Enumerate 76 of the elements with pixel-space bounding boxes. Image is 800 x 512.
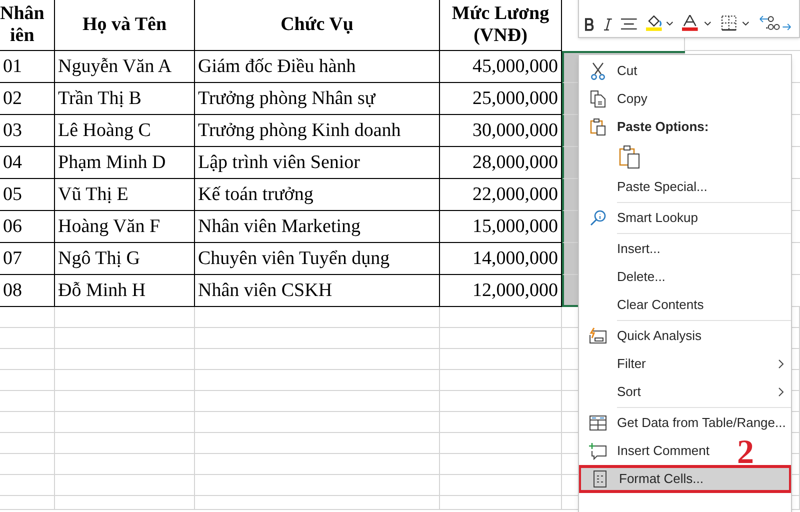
- table-cell: Nguyễn Văn A: [58, 56, 172, 78]
- empty-cell: [0, 496, 55, 510]
- table-cell: 30,000,000: [472, 120, 558, 142]
- table-cell: Trưởng phòng Nhân sự: [198, 88, 376, 110]
- format-cells-icon: [593, 470, 607, 488]
- table-cell: Ngô Thị G: [58, 248, 140, 270]
- table-cell: 28,000,000: [472, 152, 558, 174]
- column-header: Chức Vụ: [280, 14, 354, 36]
- table-cell: 05: [3, 184, 22, 206]
- empty-cell: [0, 370, 55, 391]
- clipboard-icon: [590, 118, 606, 136]
- align-center-icon[interactable]: [620, 18, 637, 31]
- table-cell: Nhân viên CSKH: [198, 280, 332, 302]
- table-cell: Chuyên viên Tuyển dụng: [198, 248, 390, 270]
- menu-item[interactable]: Cut: [579, 57, 638, 85]
- empty-cell: [0, 475, 55, 496]
- table-cell: Lê Hoàng C: [58, 120, 151, 142]
- menu-item[interactable]: Insert...: [579, 235, 660, 263]
- table-cell: 15,000,000: [472, 216, 558, 238]
- menu-item[interactable]: Paste Special...: [579, 173, 708, 201]
- menu-item[interactable]: Format Cells...: [579, 465, 791, 493]
- column-header: Mức Lương (VNĐ): [452, 3, 550, 47]
- empty-cell: [0, 349, 55, 370]
- italic-icon[interactable]: [604, 18, 612, 31]
- empty-cell: [0, 328, 55, 349]
- table-cell: Vũ Thị E: [58, 184, 128, 206]
- menu-item[interactable]: Filter: [579, 350, 646, 378]
- table-icon: [589, 415, 607, 431]
- table-cell: 01: [3, 56, 22, 78]
- table-cell: Kế toán trưởng: [198, 184, 314, 206]
- search-icon: [590, 210, 606, 226]
- menu-item[interactable]: Smart Lookup: [579, 204, 698, 232]
- menu-item[interactable]: Sort: [579, 378, 641, 406]
- quick-analysis-icon: [589, 327, 607, 345]
- table-cell: 25,000,000: [472, 88, 558, 110]
- column-header: Họ và Tên: [82, 14, 167, 36]
- empty-cell: [0, 391, 55, 412]
- empty-cell: [0, 412, 55, 433]
- menu-item[interactable]: Copy: [579, 85, 648, 113]
- menu-item[interactable]: Quick Analysis: [579, 322, 702, 350]
- fill-color-icon[interactable]: [646, 15, 674, 31]
- font-color-icon[interactable]: [682, 15, 712, 31]
- empty-cell: [0, 433, 55, 454]
- empty-cell: [0, 454, 55, 475]
- table-cell: 12,000,000: [472, 280, 558, 302]
- borders-icon[interactable]: [720, 15, 750, 31]
- table-cell: 04: [3, 152, 22, 174]
- bold-icon[interactable]: [585, 18, 595, 31]
- table-cell: 45,000,000: [472, 56, 558, 78]
- menu-item[interactable]: Delete...: [579, 263, 666, 291]
- comment-icon: [589, 442, 607, 460]
- menu-heading: Paste Options:: [617, 118, 709, 136]
- menu-item[interactable]: Insert Comment: [579, 437, 710, 465]
- table-cell: Đỗ Minh H: [58, 280, 146, 302]
- decimal-icon[interactable]: [759, 15, 793, 31]
- table-cell: Trần Thị B: [58, 88, 142, 110]
- table-cell: Lập trình viên Senior: [198, 152, 360, 174]
- menu-item[interactable]: Get Data from Table/Range...: [579, 409, 786, 437]
- menu-item[interactable]: Clear Contents: [579, 291, 704, 319]
- table-cell: 02: [3, 88, 22, 110]
- table-cell: 14,000,000: [472, 248, 558, 270]
- column-header: Nhân iên: [0, 3, 44, 47]
- copy-icon: [590, 90, 606, 108]
- paste-option-icon[interactable]: [619, 145, 641, 169]
- table-cell: 03: [3, 120, 22, 142]
- table-cell: 08: [3, 280, 22, 302]
- table-cell: Giám đốc Điều hành: [198, 56, 356, 78]
- table-cell: Hoàng Văn F: [58, 216, 160, 238]
- table-cell: 07: [3, 248, 22, 270]
- table-cell: Phạm Minh D: [58, 152, 166, 174]
- table-cell: Trưởng phòng Kinh doanh: [198, 120, 401, 142]
- table-cell: Nhân viên Marketing: [198, 216, 361, 238]
- table-cell: 06: [3, 216, 22, 238]
- table-cell: 22,000,000: [472, 184, 558, 206]
- empty-cell: [0, 307, 55, 328]
- scissors-icon: [591, 62, 605, 80]
